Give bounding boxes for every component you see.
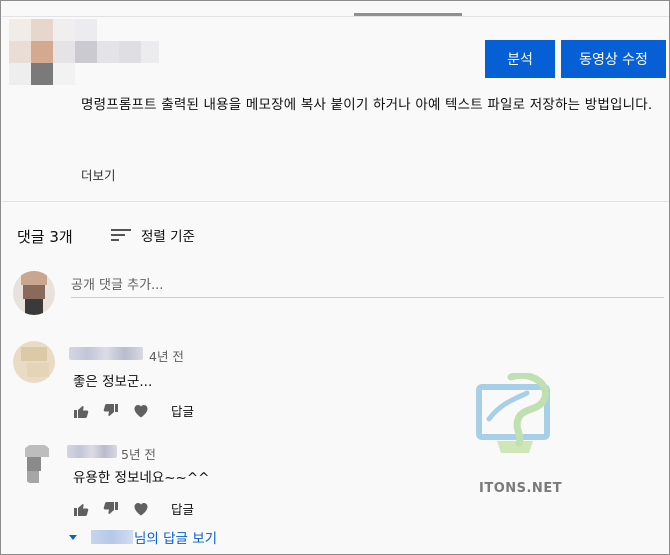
comments-panel: 분석 동영상 수정 명령프롬프트 출력된 내용을 메모장에 복사 붙이기 하거나… — [0, 0, 670, 555]
heart-icon[interactable] — [133, 501, 149, 517]
watermark-text: ITONS.NET — [479, 481, 563, 496]
video-description: 명령프롬프트 출력된 내용을 메모장에 복사 붙이기 하거나 아예 텍스트 파일… — [81, 97, 653, 113]
comment-time[interactable]: 5년 전 — [121, 444, 156, 463]
like-icon[interactable] — [73, 403, 89, 419]
comment-time[interactable]: 4년 전 — [149, 346, 184, 365]
commenter-avatar[interactable] — [19, 443, 55, 485]
tab-indicator — [354, 13, 462, 16]
heart-icon[interactable] — [133, 403, 149, 419]
comment-actions: 답글 — [73, 499, 194, 518]
section-divider — [2, 201, 669, 202]
current-user-avatar — [13, 271, 55, 315]
reply-author-name — [91, 530, 133, 544]
view-replies-button[interactable]: 님의 답글 보기 — [69, 527, 217, 547]
like-icon[interactable] — [73, 501, 89, 517]
top-divider — [2, 16, 669, 17]
sort-button[interactable]: 정렬 기준 — [111, 225, 195, 245]
dislike-icon[interactable] — [103, 501, 119, 517]
show-more-link[interactable]: 더보기 — [81, 165, 116, 184]
comment-count: 댓글 3개 — [17, 228, 73, 246]
reply-button[interactable]: 답글 — [171, 401, 194, 420]
channel-avatar[interactable] — [9, 19, 159, 87]
comment-author[interactable] — [69, 347, 143, 360]
analyze-button[interactable]: 분석 — [485, 40, 555, 78]
comment-text: 유용한 정보네요~~^^ — [73, 470, 210, 486]
comment-author[interactable] — [67, 445, 117, 458]
comment-text: 좋은 정보군... — [73, 374, 153, 390]
dislike-icon[interactable] — [103, 403, 119, 419]
chevron-down-icon — [69, 534, 77, 540]
sort-icon — [111, 228, 131, 242]
itons-watermark-logo — [476, 373, 550, 453]
reply-button[interactable]: 답글 — [171, 499, 194, 518]
commenter-avatar[interactable] — [13, 341, 55, 383]
view-replies-label: 님의 답글 보기 — [134, 531, 218, 547]
sort-label: 정렬 기준 — [141, 229, 195, 245]
comment-actions: 답글 — [73, 401, 194, 420]
edit-video-button[interactable]: 동영상 수정 — [561, 40, 666, 78]
add-comment-input[interactable] — [71, 274, 664, 298]
